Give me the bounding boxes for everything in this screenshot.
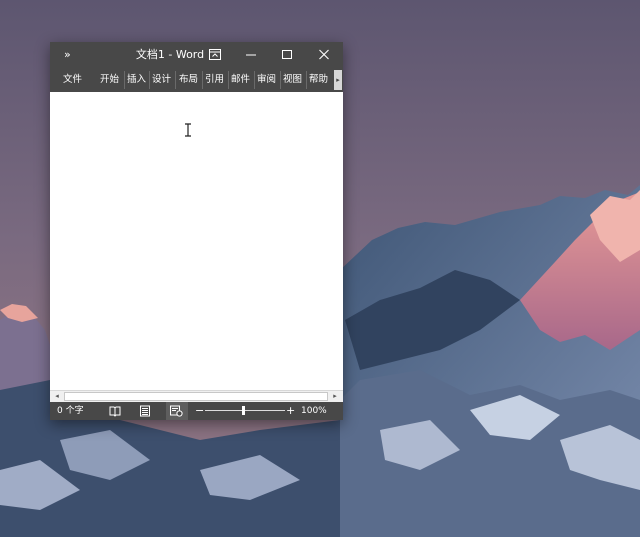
tab-view[interactable]: 视图: [283, 73, 302, 87]
title-bar: » 文档1 - Word: [50, 42, 343, 68]
tab-design[interactable]: 设计: [152, 73, 171, 87]
minimize-icon[interactable]: [238, 45, 264, 65]
web-layout-icon[interactable]: [166, 402, 188, 420]
tab-separator: [280, 71, 281, 89]
scroll-left-icon[interactable]: ◂: [51, 391, 63, 402]
tab-layout[interactable]: 布局: [179, 73, 198, 87]
zoom-slider-thumb[interactable]: [242, 406, 245, 415]
ribbon-display-options-icon[interactable]: [202, 45, 228, 65]
tab-separator: [124, 71, 125, 89]
tab-mailings[interactable]: 邮件: [231, 73, 250, 87]
tab-home[interactable]: 开始: [100, 73, 119, 87]
zoom-level[interactable]: 100%: [301, 405, 327, 417]
scroll-right-icon[interactable]: ▸: [329, 391, 341, 402]
tab-separator: [149, 71, 150, 89]
tab-separator: [306, 71, 307, 89]
tab-help[interactable]: 帮助: [309, 73, 328, 87]
tab-references[interactable]: 引用: [205, 73, 224, 87]
horizontal-scrollbar[interactable]: ◂ ▸: [50, 390, 343, 402]
tab-separator: [254, 71, 255, 89]
close-icon[interactable]: [311, 45, 337, 65]
print-layout-icon[interactable]: [136, 402, 154, 420]
expand-ribbon-icon[interactable]: »: [64, 48, 71, 62]
status-bar: 0 个字 − + 100%: [50, 402, 343, 420]
read-mode-icon[interactable]: [106, 402, 124, 420]
zoom-out-button[interactable]: −: [195, 404, 204, 417]
word-count[interactable]: 0 个字: [57, 405, 84, 417]
scrollbar-track[interactable]: [64, 392, 328, 401]
tab-file[interactable]: 文件: [63, 73, 82, 87]
tab-separator: [175, 71, 176, 89]
word-window: » 文档1 - Word 文件 开始 插入 设计 布局 引用 邮件 审阅 视图: [50, 42, 343, 420]
tab-separator: [202, 71, 203, 89]
tab-separator: [228, 71, 229, 89]
tab-review[interactable]: 审阅: [257, 73, 276, 87]
document-body[interactable]: [50, 92, 343, 390]
ribbon-tabs: 文件 开始 插入 设计 布局 引用 邮件 审阅 视图 帮助 ▸: [50, 68, 343, 92]
maximize-icon[interactable]: [274, 45, 300, 65]
ribbon-scroll-right-button[interactable]: ▸: [334, 70, 342, 90]
tab-insert[interactable]: 插入: [127, 73, 146, 87]
text-cursor-icon: [185, 123, 191, 137]
zoom-slider[interactable]: [205, 410, 285, 411]
zoom-in-button[interactable]: +: [286, 404, 295, 417]
